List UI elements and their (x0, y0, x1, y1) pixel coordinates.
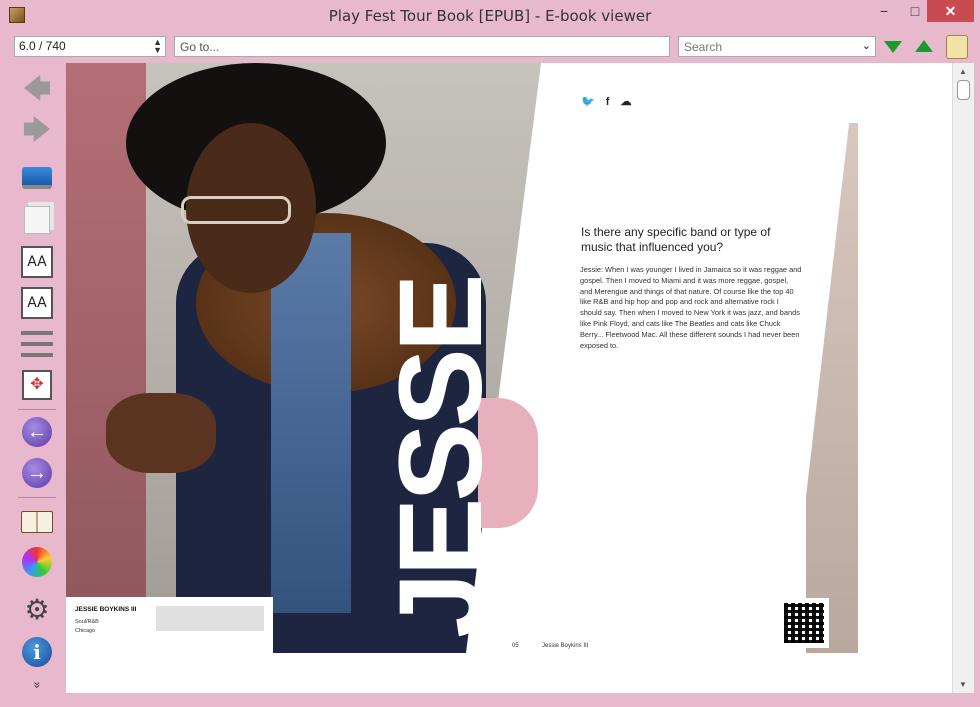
book-viewport[interactable]: JESSE 🐦 f ☁ Is there any specific band o… (66, 63, 952, 693)
photo-glasses (181, 196, 291, 224)
next-page-button[interactable]: → (20, 456, 54, 490)
artist-caption: JESSIE BOYKINS III Soul/R&B Chicago (66, 597, 273, 653)
qr-code (779, 598, 829, 648)
laptop-icon (22, 167, 52, 189)
print-button[interactable] (20, 161, 54, 195)
toolbar: 6.0 / 740 ▲ ▼ Go to... Search ⌄ (0, 33, 980, 61)
divider (18, 497, 56, 498)
forward-arrow-icon: 🡆 (22, 114, 52, 145)
page-number: 05 (512, 643, 519, 649)
photo-denim-shirt (271, 233, 351, 613)
font-smaller-button[interactable]: AA (20, 286, 54, 320)
page-margin (66, 653, 952, 693)
palette-icon (22, 547, 52, 577)
twitter-icon[interactable]: 🐦 (581, 96, 595, 108)
interview-question: Is there any specific band or type of mu… (581, 225, 771, 254)
qr-pattern (784, 603, 824, 643)
preferences-button[interactable] (20, 545, 54, 579)
find-next-icon[interactable] (884, 41, 902, 53)
next-page-icon: → (22, 458, 52, 488)
scroll-down-icon[interactable]: ▼ (959, 680, 967, 689)
toc-scroll-icon[interactable] (946, 35, 968, 59)
lines-icon (21, 331, 53, 357)
info-icon: i (22, 637, 52, 667)
search-input[interactable]: Search ⌄ (678, 36, 876, 57)
artist-name: JESSIE BOYKINS III (75, 606, 137, 613)
headline: JESSE (375, 277, 507, 638)
photo-hand (106, 393, 216, 473)
previous-page-button[interactable]: ← (20, 415, 54, 449)
page-position-spinbox[interactable]: 6.0 / 740 ▲ ▼ (14, 36, 166, 57)
goto-input[interactable]: Go to... (174, 36, 670, 57)
chevron-down-icon: » (30, 681, 44, 689)
fullscreen-button[interactable]: ✥ (20, 368, 54, 402)
find-previous-icon[interactable] (915, 40, 933, 52)
page-position-value: 6.0 / 740 (19, 39, 66, 53)
page-footer-name: Jessie Boykins III (542, 643, 589, 649)
back-button[interactable]: 🡄 (20, 73, 54, 109)
gear-icon: ⚙ (24, 594, 50, 625)
facebook-icon[interactable]: f (606, 96, 610, 108)
close-button[interactable]: ✕ (927, 0, 974, 22)
artist-city: Chicago (75, 628, 96, 634)
window-title: Play Fest Tour Book [EPUB] - E-book view… (328, 7, 652, 25)
font-larger-icon: AA (21, 246, 53, 278)
title-bar: Play Fest Tour Book [EPUB] - E-book view… (0, 0, 980, 33)
interview-answer: Jessie: When I was younger I lived in Ja… (580, 265, 802, 350)
more-tools-button[interactable]: » (20, 675, 54, 695)
divider (18, 409, 56, 410)
fullscreen-icon: ✥ (22, 370, 52, 400)
scroll-thumb[interactable] (957, 80, 970, 100)
sidebar-toolbar: 🡄 🡆 AA AA ✥ ← → ⚙ i » (0, 63, 66, 707)
toc-button[interactable] (20, 327, 54, 361)
info-button[interactable]: i (20, 635, 54, 669)
caption-placeholder (156, 606, 264, 631)
previous-page-icon: ← (22, 417, 52, 447)
settings-button[interactable]: ⚙ (20, 593, 54, 627)
forward-button[interactable]: 🡆 (20, 114, 54, 150)
book-icon (21, 511, 53, 533)
bottom-frame (66, 693, 952, 707)
artist-genre: Soul/R&B (75, 619, 99, 625)
scroll-up-icon[interactable]: ▲ (959, 67, 967, 76)
copy-icon (24, 206, 50, 234)
font-larger-button[interactable]: AA (20, 245, 54, 279)
soundcloud-icon[interactable]: ☁ (621, 96, 632, 108)
social-links: 🐦 f ☁ (581, 95, 640, 108)
search-placeholder: Search (684, 40, 723, 54)
search-dropdown-icon[interactable]: ⌄ (862, 39, 871, 52)
open-book-button[interactable] (20, 505, 54, 539)
copy-button[interactable] (20, 203, 54, 237)
font-smaller-icon: AA (21, 287, 53, 319)
vertical-scrollbar[interactable]: ▲ ▼ (952, 63, 974, 693)
spin-arrows-icon[interactable]: ▲ ▼ (153, 38, 162, 55)
